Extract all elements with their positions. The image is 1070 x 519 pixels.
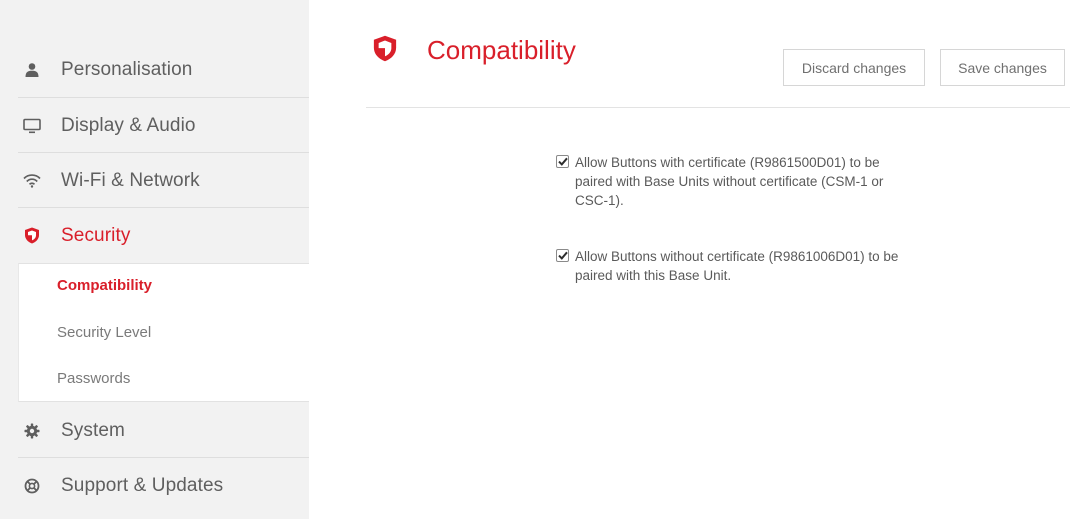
sidebar: Personalisation Display & Audio Wi-Fi & … bbox=[0, 0, 309, 519]
sidebar-item-label: Security bbox=[61, 224, 131, 246]
sidebar-item-system[interactable]: System bbox=[0, 403, 309, 458]
gear-icon bbox=[23, 422, 41, 440]
sidebar-item-display-audio[interactable]: Display & Audio bbox=[0, 98, 309, 153]
option-label: Allow Buttons with certificate (R9861500… bbox=[575, 155, 884, 208]
sidebar-item-label: Display & Audio bbox=[61, 114, 196, 136]
subnav-item-security-level[interactable]: Security Level bbox=[57, 324, 151, 341]
save-changes-button[interactable]: Save changes bbox=[940, 49, 1065, 86]
shield-icon bbox=[372, 35, 398, 62]
sidebar-item-label: System bbox=[61, 419, 125, 441]
page-title: Compatibility bbox=[427, 35, 576, 65]
sidebar-item-label: Support & Updates bbox=[61, 474, 224, 496]
subnav-item-compatibility[interactable]: Compatibility bbox=[57, 277, 152, 294]
sidebar-item-wifi-network[interactable]: Wi-Fi & Network bbox=[0, 153, 309, 208]
sidebar-item-label: Personalisation bbox=[61, 58, 193, 80]
lifebuoy-icon bbox=[23, 477, 41, 495]
wifi-icon bbox=[23, 172, 41, 190]
allow-uncertified-buttons-checkbox[interactable] bbox=[556, 249, 569, 262]
person-icon bbox=[23, 61, 41, 79]
option-label: Allow Buttons without certificate (R9861… bbox=[575, 249, 899, 283]
monitor-icon bbox=[23, 117, 41, 135]
sidebar-item-support-updates[interactable]: Support & Updates bbox=[0, 458, 309, 513]
sidebar-item-label: Wi-Fi & Network bbox=[61, 169, 200, 191]
shield-icon bbox=[23, 227, 41, 245]
sidebar-item-security[interactable]: Security bbox=[0, 208, 309, 263]
subnav-item-passwords[interactable]: Passwords bbox=[57, 370, 130, 387]
discard-changes-button[interactable]: Discard changes bbox=[783, 49, 925, 86]
allow-certified-buttons-checkbox[interactable] bbox=[556, 155, 569, 168]
sidebar-item-personalisation[interactable]: Personalisation bbox=[0, 42, 309, 97]
header-divider bbox=[366, 107, 1070, 108]
security-subnav: Compatibility Security Level Passwords bbox=[18, 263, 309, 402]
